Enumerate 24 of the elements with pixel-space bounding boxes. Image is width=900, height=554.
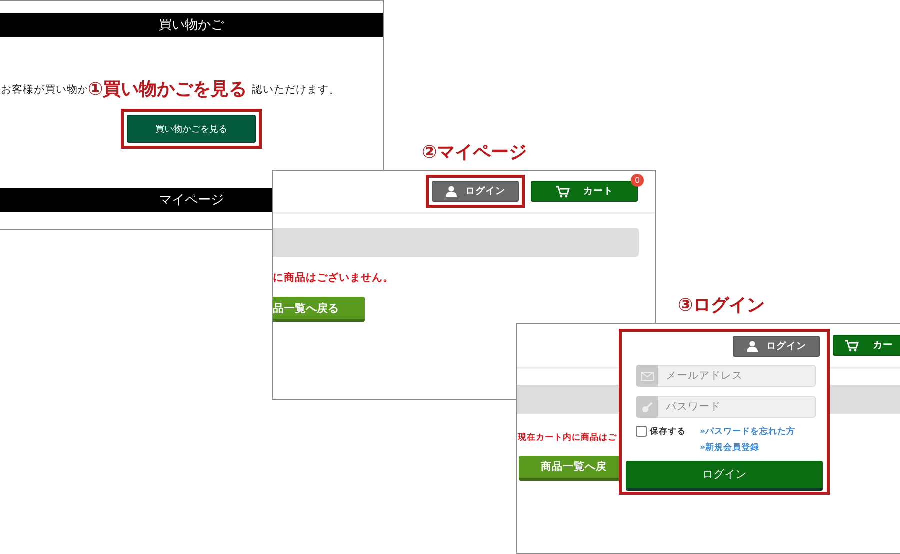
empty-cart-message: 現在カート内に商品はご — [518, 432, 618, 444]
back-to-products-button[interactable]: 品一覧へ戻る — [273, 297, 365, 322]
cart-icon — [845, 340, 859, 352]
cart-description: 認いただけます。 — [252, 83, 340, 97]
email-field[interactable]: メールアドレス — [658, 365, 816, 387]
remember-label: 保存する — [650, 426, 686, 438]
text-link[interactable]: »パスワードを忘れた方 — [700, 426, 796, 438]
empty-cart-message: に商品はございません。 — [273, 271, 395, 285]
cart-button[interactable]: カー — [833, 335, 900, 356]
person-icon — [746, 341, 758, 352]
cart-count-badge: 0 — [631, 174, 644, 187]
section-header: 買い物かご — [0, 13, 383, 37]
cart-icon — [556, 186, 570, 198]
remember-checkbox[interactable] — [636, 426, 647, 437]
key-icon — [636, 396, 658, 418]
login-button[interactable]: ログイン — [733, 336, 820, 357]
login-button[interactable]: ログイン — [432, 181, 519, 202]
envelope-icon — [636, 365, 658, 387]
password-field[interactable]: パスワード — [658, 396, 816, 418]
text-link[interactable]: »新規会員登録 — [700, 442, 796, 454]
login-submit-button[interactable]: ログイン — [626, 461, 823, 491]
person-icon — [446, 186, 456, 197]
cart-button[interactable]: カート — [531, 181, 638, 202]
view-cart-button[interactable]: 買い物かごを見る — [127, 115, 256, 143]
